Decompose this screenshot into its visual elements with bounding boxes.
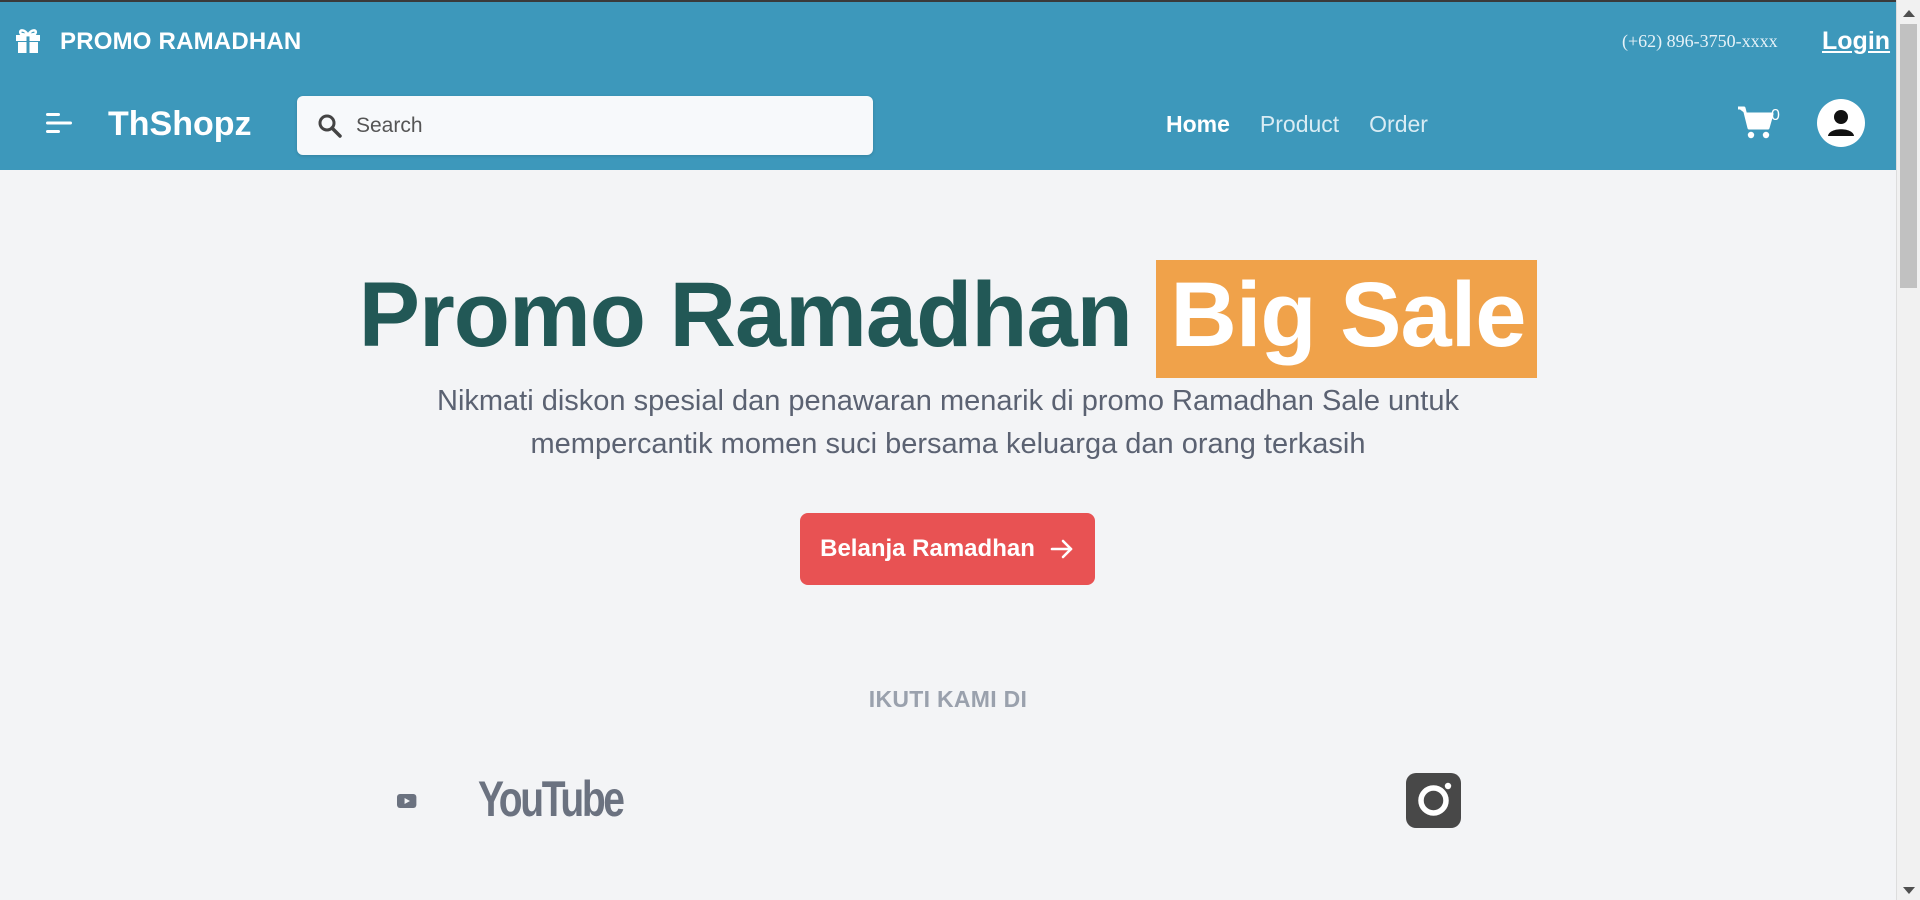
- hero-title: Promo Ramadhan Big Sale: [0, 255, 1896, 378]
- scroll-down-arrow-icon[interactable]: [1903, 887, 1915, 894]
- user-avatar-icon[interactable]: [1817, 99, 1865, 147]
- hero-title-highlight: Big Sale: [1156, 260, 1538, 378]
- main-nav: Home Product Order: [1166, 111, 1428, 138]
- scrollbar-thumb[interactable]: [1900, 24, 1917, 288]
- nav-link-product[interactable]: Product: [1260, 111, 1339, 138]
- follow-us-label: IKUTI KAMI DI: [868, 686, 1028, 712]
- instagram-icon[interactable]: [1406, 773, 1461, 828]
- cta-label: Belanja Ramadhan: [820, 535, 1035, 562]
- youtube-icon[interactable]: [397, 776, 463, 826]
- menu-icon[interactable]: [46, 111, 74, 135]
- gift-icon: [16, 29, 40, 53]
- phone-number: (+62) 896-3750-xxxx: [1622, 31, 1778, 51]
- shop-ramadhan-button[interactable]: Belanja Ramadhan: [800, 513, 1095, 585]
- search-input[interactable]: [356, 108, 856, 144]
- promo-bar: PROMO RAMADHAN (+62) 896-3750-xxxx Login: [0, 2, 1896, 77]
- hero-title-main: Promo Ramadhan: [358, 264, 1133, 366]
- search-icon: [318, 114, 342, 138]
- search-box[interactable]: [297, 96, 873, 155]
- cart-icon[interactable]: [1736, 104, 1776, 140]
- youtube-wordmark[interactable]: YouTube: [478, 770, 625, 828]
- arrow-right-icon: [1050, 539, 1073, 559]
- scroll-up-arrow-icon[interactable]: [1903, 10, 1915, 17]
- brand-logo[interactable]: ThShopz: [108, 105, 252, 144]
- hero-description: Nikmati diskon spesial dan penawaran men…: [437, 385, 1459, 460]
- nav-link-home[interactable]: Home: [1166, 111, 1230, 138]
- login-link[interactable]: Login: [1822, 27, 1890, 56]
- nav-link-order[interactable]: Order: [1369, 111, 1428, 138]
- promo-title: PROMO RAMADHAN: [60, 28, 302, 55]
- vertical-scrollbar[interactable]: [1896, 0, 1920, 900]
- cart-count-badge: 0: [1771, 107, 1780, 124]
- nav-bar: ThShopz Home Product Order 0: [0, 77, 1896, 170]
